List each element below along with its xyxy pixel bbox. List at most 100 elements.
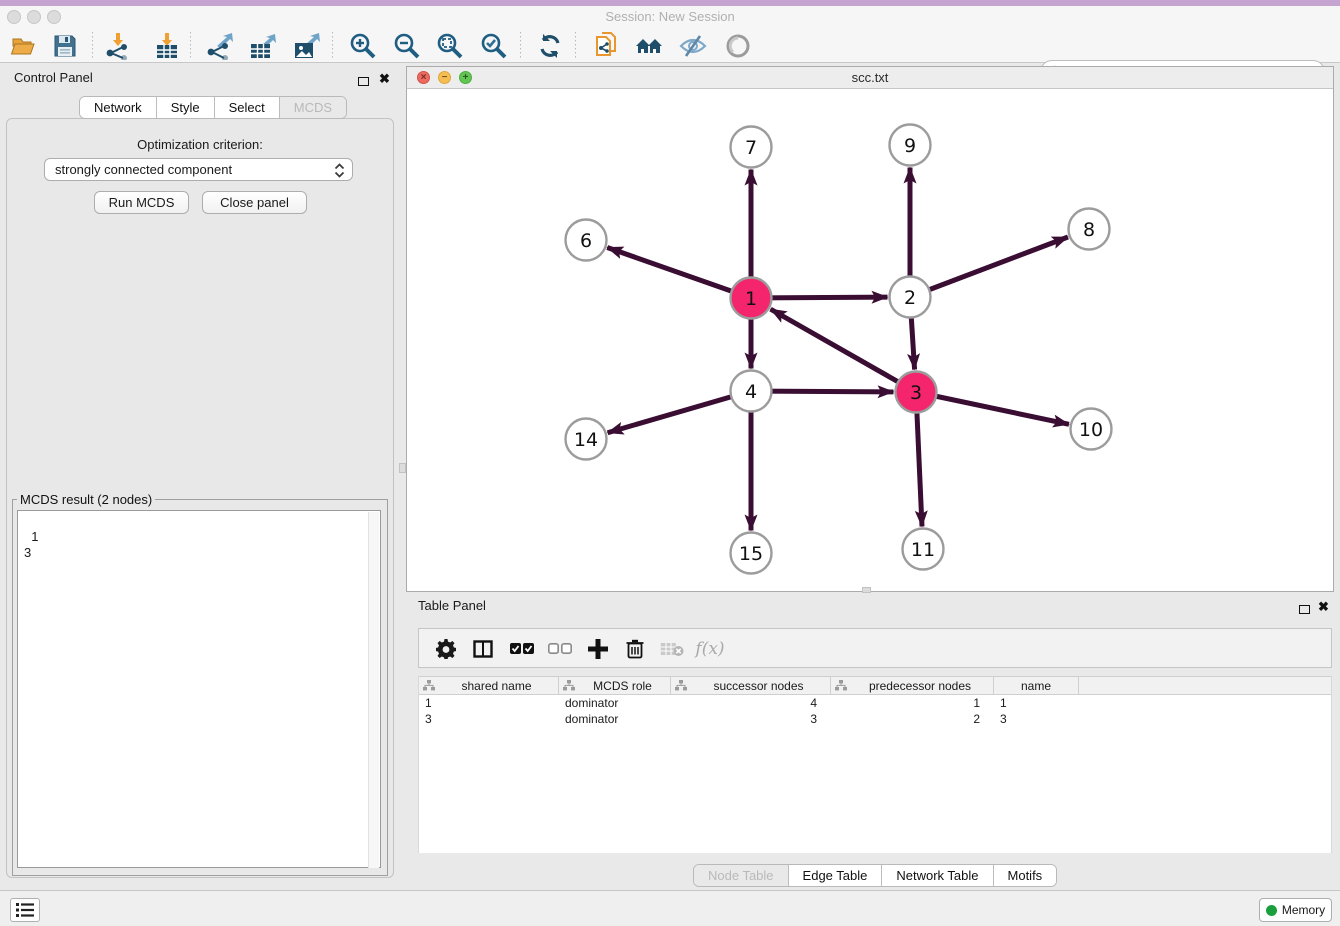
hide-selected-icon[interactable] (678, 31, 708, 61)
graph-edge-3-1[interactable] (771, 309, 916, 392)
open-session-icon[interactable] (8, 31, 38, 61)
graph-node-2[interactable]: 2 (890, 277, 931, 318)
tab-network[interactable]: Network (80, 97, 157, 118)
save-session-icon[interactable] (50, 31, 80, 61)
column-header-predecessor-nodes[interactable]: predecessor nodes (831, 677, 994, 694)
optimization-criterion-select[interactable]: strongly connected component (44, 158, 353, 181)
horizontal-splitter-grip[interactable] (862, 587, 871, 593)
toolbar-separator (332, 32, 333, 58)
table-toolbar: f(x) (418, 628, 1332, 668)
import-table-icon[interactable] (152, 31, 182, 61)
lens-icon[interactable] (723, 31, 753, 61)
graph-node-label: 2 (904, 287, 916, 309)
mcds-result-lines: 1 3 (24, 529, 38, 560)
settings-gear-icon[interactable] (431, 634, 461, 664)
toolbar-separator (575, 32, 576, 58)
control-panel-float-icon[interactable] (358, 73, 369, 91)
graph-node-15[interactable]: 15 (731, 533, 772, 574)
column-header-MCDS-role[interactable]: MCDS role (559, 677, 671, 694)
table-cell[interactable]: 3 (419, 711, 559, 727)
zoom-selected-icon[interactable] (479, 31, 509, 61)
close-window-button[interactable] (7, 10, 21, 24)
graph-node-10[interactable]: 10 (1071, 409, 1112, 450)
graph-node-label: 9 (904, 135, 916, 157)
graph-node-1[interactable]: 1 (731, 278, 772, 319)
column-header-successor-nodes[interactable]: successor nodes (671, 677, 831, 694)
columns-icon[interactable] (468, 634, 498, 664)
graph-node-11[interactable]: 11 (903, 529, 944, 570)
control-panel-tabs: NetworkStyleSelectMCDS (79, 96, 347, 119)
network-zoom-button[interactable]: + (459, 71, 472, 84)
column-header-shared-name[interactable]: shared name (419, 677, 559, 694)
graph-node-6[interactable]: 6 (566, 220, 607, 261)
control-panel-close-icon[interactable]: ✖ (379, 73, 390, 84)
export-image-icon[interactable] (291, 31, 321, 61)
tab-motifs[interactable]: Motifs (994, 865, 1057, 886)
tab-node-table[interactable]: Node Table (694, 865, 789, 886)
app-title: Session: New Session (0, 6, 1340, 28)
graph-node-label: 14 (574, 429, 598, 451)
network-close-button[interactable]: × (417, 71, 430, 84)
toolbar-separator (92, 32, 93, 58)
export-table-icon[interactable] (247, 31, 277, 61)
network-canvas[interactable]: 7 9 6 8 1 2 4 3 14 10 15 11 (407, 89, 1333, 591)
graph-edge-4-14[interactable] (608, 391, 751, 433)
table-cell[interactable]: 1 (831, 695, 994, 711)
table-cell[interactable]: dominator (559, 711, 671, 727)
table-cell[interactable]: 1 (994, 695, 1079, 711)
clear-table-icon[interactable] (657, 634, 687, 664)
table-panel-close-icon[interactable]: ✖ (1318, 601, 1329, 612)
unselect-all-icon[interactable] (545, 634, 575, 664)
column-header-name[interactable]: name (994, 677, 1079, 694)
delete-row-icon[interactable] (620, 634, 650, 664)
vertical-splitter-grip[interactable] (399, 463, 406, 473)
graph-edge-2-8[interactable] (910, 237, 1068, 297)
graph-node-9[interactable]: 9 (890, 125, 931, 166)
tab-edge-table[interactable]: Edge Table (789, 865, 883, 886)
graph-node-7[interactable]: 7 (731, 127, 772, 168)
tab-mcds[interactable]: MCDS (280, 97, 346, 118)
network-window-titlebar: × − + scc.txt (407, 67, 1333, 89)
table-cell[interactable]: 2 (831, 711, 994, 727)
optimization-criterion-label: Optimization criterion: (0, 137, 400, 152)
zoom-out-icon[interactable] (392, 31, 422, 61)
function-builder-icon[interactable]: f(x) (691, 634, 729, 664)
select-all-icon[interactable] (507, 634, 537, 664)
graph-node-3[interactable]: 3 (896, 372, 937, 413)
graph-node-label: 11 (911, 539, 935, 561)
close-panel-button[interactable]: Close panel (202, 191, 307, 214)
run-mcds-button[interactable]: Run MCDS (94, 191, 189, 214)
table-cell[interactable]: 3 (671, 711, 831, 727)
task-history-button[interactable] (10, 898, 40, 922)
clone-network-icon[interactable] (591, 31, 621, 61)
zoom-fit-icon[interactable] (435, 31, 465, 61)
table-row[interactable]: 1dominator411 (419, 695, 1331, 711)
maximize-window-button[interactable] (47, 10, 61, 24)
import-network-icon[interactable] (103, 31, 133, 61)
first-neighbors-icon[interactable] (634, 31, 664, 61)
table-panel-float-icon[interactable] (1299, 601, 1310, 619)
minimize-window-button[interactable] (27, 10, 41, 24)
table-cell[interactable]: 3 (994, 711, 1079, 727)
network-minimize-button[interactable]: − (438, 71, 451, 84)
add-row-icon[interactable] (583, 634, 613, 664)
tab-network-table[interactable]: Network Table (882, 865, 993, 886)
table-cell[interactable]: 4 (671, 695, 831, 711)
tab-style[interactable]: Style (157, 97, 215, 118)
mcds-result-textarea[interactable]: 1 3 (17, 510, 381, 868)
graph-edge-3-10[interactable] (916, 392, 1069, 424)
table-cell[interactable]: dominator (559, 695, 671, 711)
graph-node-14[interactable]: 14 (566, 419, 607, 460)
graph-node-4[interactable]: 4 (731, 371, 772, 412)
table-cell[interactable]: 1 (419, 695, 559, 711)
zoom-in-icon[interactable] (348, 31, 378, 61)
graph-node-8[interactable]: 8 (1069, 209, 1110, 250)
tab-select[interactable]: Select (215, 97, 280, 118)
network-window-title: scc.txt (407, 67, 1333, 89)
graph-edge-1-6[interactable] (607, 247, 751, 298)
table-row[interactable]: 3dominator323 (419, 711, 1331, 727)
refresh-icon[interactable] (535, 31, 565, 61)
export-network-icon[interactable] (204, 31, 234, 61)
memory-button[interactable]: Memory (1259, 898, 1332, 922)
result-scrollbar[interactable] (368, 512, 379, 868)
